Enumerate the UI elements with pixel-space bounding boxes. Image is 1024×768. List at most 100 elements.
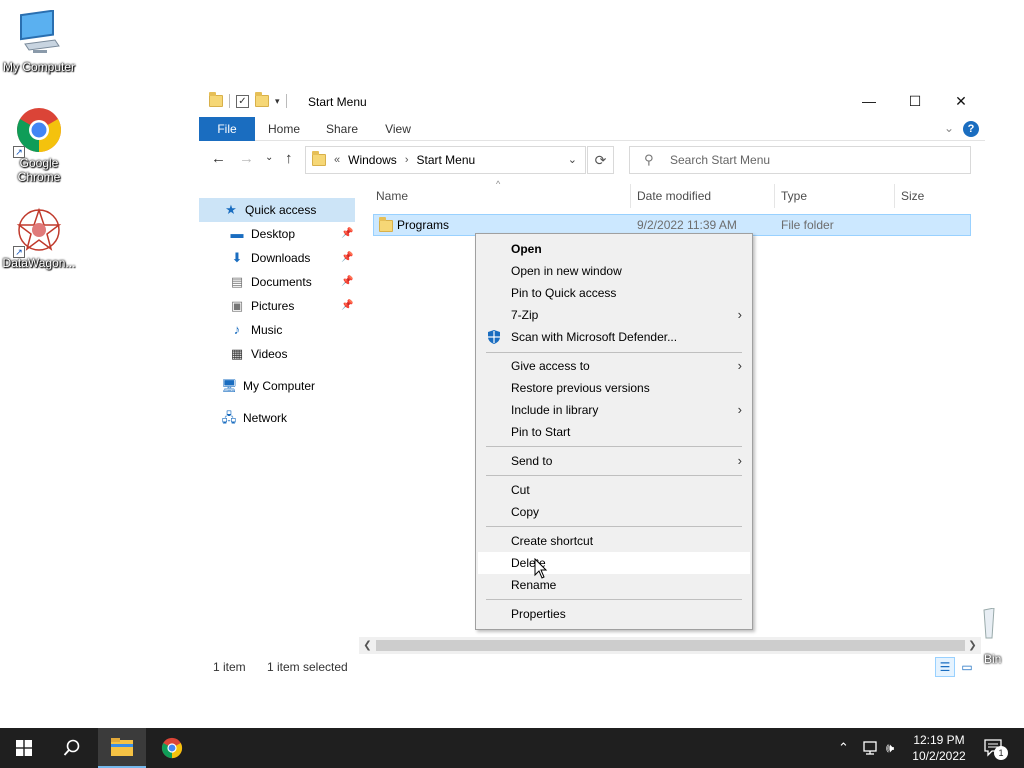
menu-item-delete[interactable]: Delete <box>478 552 750 574</box>
desktop-icon: ▬ <box>230 226 244 241</box>
status-selected-count: 1 item selected <box>267 660 348 674</box>
folder-icon <box>379 217 393 232</box>
star-icon: ★ <box>225 202 237 217</box>
taskbar: ⌃ 🕪 12:19 PM 10/2/2022 1 <box>0 728 1024 768</box>
address-bar[interactable]: « Windows › Start Menu ⌄ <box>305 146 586 174</box>
menu-separator <box>486 526 742 527</box>
menu-item-copy[interactable]: Copy <box>478 501 750 523</box>
forward-arrow-icon[interactable]: → <box>239 150 254 167</box>
nav-item-documents[interactable]: ▤ Documents <box>229 270 312 294</box>
desktop-icon-my-computer[interactable]: My Computer <box>0 9 78 74</box>
large-icons-view-icon[interactable]: ▭ <box>957 657 977 677</box>
file-type: File folder <box>781 218 834 232</box>
refresh-button[interactable]: ⟳ <box>587 146 614 174</box>
column-header-type[interactable]: Type <box>781 184 893 208</box>
details-view-icon[interactable]: ☰ <box>935 657 955 677</box>
menu-item-send-to[interactable]: Send to › <box>478 450 750 472</box>
pin-icon[interactable]: 📌 <box>341 276 353 287</box>
menu-item-open-new-window[interactable]: Open in new window <box>478 260 750 282</box>
quick-access-toolbar: ✓ ▾ <box>209 92 287 108</box>
horizontal-scrollbar[interactable]: ❮ ❯ <box>359 637 981 654</box>
chevron-right-icon: › <box>737 307 742 322</box>
breadcrumb-windows[interactable]: Windows <box>348 153 397 167</box>
minimize-button[interactable]: — <box>846 86 892 116</box>
nav-item-downloads[interactable]: ⬇ Downloads <box>229 246 311 270</box>
help-icon[interactable]: ? <box>963 121 979 137</box>
nav-item-videos[interactable]: ▦ Videos <box>229 342 288 366</box>
menu-item-cut[interactable]: Cut <box>478 479 750 501</box>
maximize-button[interactable]: ☐ <box>892 86 938 116</box>
close-button[interactable]: ✕ <box>938 86 984 116</box>
clock-date: 10/2/2022 <box>912 749 966 763</box>
volume-icon[interactable]: 🕪 <box>886 728 894 768</box>
column-header-size[interactable]: Size <box>901 184 971 208</box>
new-folder-icon[interactable] <box>255 92 269 107</box>
chevron-right-icon[interactable]: › <box>405 154 409 166</box>
windows-logo-icon <box>16 740 32 756</box>
nav-item-quick-access[interactable]: ★ Quick access <box>199 198 355 222</box>
nav-item-my-computer[interactable]: 🖥 My Computer <box>221 374 315 398</box>
menu-item-open[interactable]: Open <box>478 238 750 260</box>
search-input[interactable]: ⚲ Search Start Menu <box>629 146 971 174</box>
desktop-icon-datawagon[interactable]: ↗ DataWagon... <box>0 206 78 270</box>
computer-icon: 🖥 <box>221 378 238 393</box>
menu-item-restore-versions[interactable]: Restore previous versions <box>478 377 750 399</box>
nav-item-music[interactable]: ♪ Music <box>229 318 283 342</box>
menu-item-include-library[interactable]: Include in library › <box>478 399 750 421</box>
start-button[interactable] <box>0 728 48 768</box>
menu-item-properties[interactable]: Properties <box>478 603 750 625</box>
network-icon: 🖧 <box>221 410 237 425</box>
menu-item-rename[interactable]: Rename <box>478 574 750 596</box>
context-menu: Open Open in new window Pin to Quick acc… <box>475 233 753 630</box>
column-header-name[interactable]: Name <box>376 184 628 208</box>
scroll-right-icon[interactable]: ❯ <box>964 637 981 654</box>
scroll-left-icon[interactable]: ❮ <box>359 637 376 654</box>
computer-icon <box>15 9 63 58</box>
clock-time: 12:19 PM <box>913 733 965 747</box>
menu-item-give-access[interactable]: Give access to › <box>478 355 750 377</box>
pin-icon[interactable]: 📌 <box>341 300 353 311</box>
mouse-cursor-icon <box>534 558 548 579</box>
tab-home[interactable]: Home <box>261 117 307 141</box>
document-icon: ▤ <box>230 274 244 289</box>
address-overflow[interactable]: « <box>334 154 340 166</box>
nav-item-pictures[interactable]: ▣ Pictures <box>229 294 295 318</box>
menu-item-create-shortcut[interactable]: Create shortcut <box>478 530 750 552</box>
menu-item-7zip[interactable]: 7-Zip › <box>478 304 750 326</box>
network-tray-icon[interactable] <box>862 728 880 768</box>
back-arrow-icon[interactable]: ← <box>211 150 226 167</box>
properties-icon[interactable]: ✓ <box>236 94 249 108</box>
menu-separator <box>486 599 742 600</box>
scrollbar-thumb[interactable] <box>376 640 965 651</box>
menu-item-scan-defender[interactable]: Scan with Microsoft Defender... <box>478 326 750 348</box>
title-bar[interactable]: ✓ ▾ Start Menu — ☐ ✕ <box>199 86 985 116</box>
show-hidden-icons-icon[interactable]: ⌃ <box>838 728 849 768</box>
pin-icon[interactable]: 📌 <box>341 252 353 263</box>
recent-locations-icon[interactable]: ⌄ <box>265 152 273 163</box>
breadcrumb-start-menu[interactable]: Start Menu <box>416 153 475 167</box>
tab-share[interactable]: Share <box>319 117 365 141</box>
tab-view[interactable]: View <box>375 117 421 141</box>
taskbar-chrome[interactable] <box>148 728 196 768</box>
up-arrow-icon[interactable]: ↑ <box>285 150 293 167</box>
notification-center-button[interactable]: 1 <box>984 728 1008 768</box>
defender-icon <box>488 330 500 344</box>
taskbar-file-explorer[interactable] <box>98 728 146 768</box>
menu-item-pin-quick-access[interactable]: Pin to Quick access <box>478 282 750 304</box>
customize-toolbar-icon[interactable]: ▾ <box>275 96 280 107</box>
menu-item-pin-start[interactable]: Pin to Start <box>478 421 750 443</box>
tab-file[interactable]: File <box>199 117 255 141</box>
nav-item-desktop[interactable]: ▬ Desktop <box>229 222 296 246</box>
taskbar-clock[interactable]: 12:19 PM 10/2/2022 <box>904 732 974 764</box>
nav-item-network[interactable]: 🖧 Network <box>221 406 287 430</box>
video-icon: ▦ <box>230 346 244 361</box>
desktop-icon-google-chrome[interactable]: ↗ Google Chrome <box>0 106 78 184</box>
expand-ribbon-icon[interactable]: ⌄ <box>944 121 954 135</box>
column-header-date-modified[interactable]: Date modified <box>637 184 773 208</box>
datawagon-icon: ↗ <box>13 206 63 258</box>
music-icon: ♪ <box>233 322 241 337</box>
desktop-icon-recycle-bin[interactable]: Bin <box>980 608 1024 668</box>
search-button[interactable] <box>48 728 96 768</box>
pin-icon[interactable]: 📌 <box>341 228 353 239</box>
chevron-down-icon[interactable]: ⌄ <box>568 153 577 166</box>
